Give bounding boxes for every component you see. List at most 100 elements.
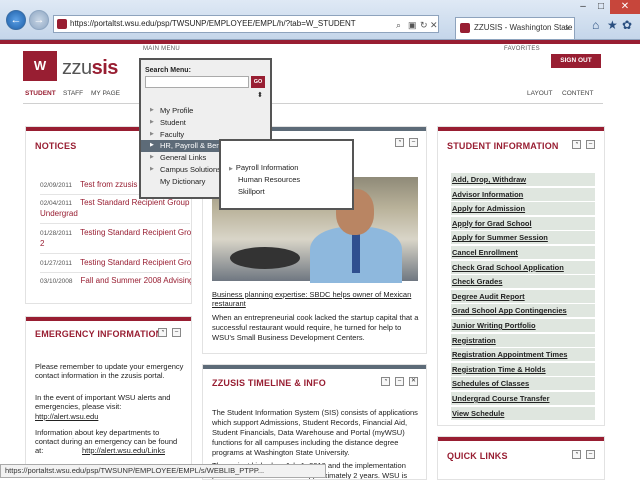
notice-item[interactable]: 02/04/2011 Test Standard Recipient Group xyxy=(40,198,191,207)
menu-search-input[interactable] xyxy=(145,76,249,88)
timeline-title: ZZUSIS TIMELINE & INFO xyxy=(212,378,326,388)
panel-minimize-icon[interactable]: – xyxy=(395,377,404,386)
notice-date: 03/10/2008 xyxy=(40,278,73,285)
menu-item-label: My Dictionary xyxy=(160,176,206,186)
home-icon[interactable]: ⌂ xyxy=(592,18,599,32)
notice-title: Undergrad xyxy=(40,209,78,218)
student-info-link[interactable]: Cancel Enrollment xyxy=(451,246,595,259)
student-info-link[interactable]: Grad School App Contingencies xyxy=(451,304,595,318)
student-info-link[interactable]: Degree Audit Report xyxy=(451,289,595,303)
window-maximize-button[interactable]: □ xyxy=(592,0,610,14)
panel-options-icon[interactable]: ◔ xyxy=(572,140,581,149)
panel-top-bar xyxy=(438,127,604,131)
student-info-link[interactable]: Undergrad Course Transfer xyxy=(451,392,595,405)
tab-my-page[interactable]: MY PAGE xyxy=(91,90,120,97)
wsu-logo[interactable]: W xyxy=(23,51,57,81)
notice-item[interactable]: 01/28/2011 Testing Standard Recipient Gro… xyxy=(40,228,192,237)
story-link[interactable]: Business planning expertise: SBDC helps … xyxy=(212,290,417,308)
student-info-link[interactable]: Junior Writing Portfolio xyxy=(451,319,595,332)
student-info-link[interactable]: Apply for Summer Session xyxy=(451,231,595,245)
content-link[interactable]: CONTENT xyxy=(562,90,593,97)
app-name: zzusis xyxy=(62,57,118,80)
student-info-link[interactable]: Registration Time & Holds xyxy=(451,362,595,376)
divider xyxy=(40,272,190,273)
notice-title: Testing Standard Recipient Group xyxy=(80,228,192,237)
forward-arrow-icon: → xyxy=(33,14,45,26)
student-info-link[interactable]: Registration xyxy=(451,333,595,347)
panel-top-bar xyxy=(438,437,604,441)
emergency-panel: EMERGENCY INFORMATION ◔ – Please remembe… xyxy=(25,316,192,466)
menu-go-button[interactable]: GO xyxy=(251,76,265,88)
notice-title: Test from zzusis xyxy=(80,180,138,189)
hr-submenu: ▶ Payroll Information Human Resources Ski… xyxy=(219,139,354,210)
menu-item-student[interactable]: ▶ Student xyxy=(141,117,270,129)
favorites-link[interactable]: FAVORITES xyxy=(504,46,540,52)
submenu-item-human-resources[interactable]: Human Resources xyxy=(238,175,300,184)
student-info-link[interactable]: Add, Drop, Withdraw xyxy=(451,173,595,186)
panel-minimize-icon[interactable]: – xyxy=(586,140,595,149)
notice-item[interactable]: 01/27/2011 Testing Standard Recipient Gro… xyxy=(40,258,191,267)
sign-out-button[interactable]: SIGN OUT xyxy=(551,54,601,68)
submenu-item-skillport[interactable]: Skillport xyxy=(238,187,265,196)
quick-links-title: QUICK LINKS xyxy=(447,451,508,461)
student-info-link[interactable]: Registration Appointment Times xyxy=(451,348,595,362)
panel-options-icon[interactable]: ◔ xyxy=(395,138,404,147)
panel-minimize-icon[interactable]: – xyxy=(586,450,595,459)
chevron-right-icon: ▶ xyxy=(150,142,154,149)
menu-item-label: Faculty xyxy=(160,129,185,139)
student-information-title: STUDENT INFORMATION xyxy=(447,141,559,151)
panel-close-icon[interactable]: ✕ xyxy=(409,377,418,386)
brand-band xyxy=(0,40,640,44)
panel-options-icon[interactable]: ◔ xyxy=(572,450,581,459)
student-info-link[interactable]: Advisor Information xyxy=(451,187,595,201)
student-info-link[interactable]: View Schedule xyxy=(451,406,595,420)
submenu-item-payroll-information[interactable]: ▶ Payroll Information xyxy=(229,163,298,172)
refresh-icon[interactable]: ↻ xyxy=(420,17,428,32)
tab-student[interactable]: STUDENT xyxy=(25,90,56,97)
panel-minimize-icon[interactable]: – xyxy=(172,328,181,337)
tab-favicon-icon xyxy=(460,23,470,33)
alert-link[interactable]: http://alert.wsu.edu xyxy=(35,412,185,421)
forward-button[interactable]: → xyxy=(29,10,49,30)
photo-person-tie xyxy=(352,233,360,273)
panel-minimize-icon[interactable]: – xyxy=(409,138,418,147)
stop-icon[interactable]: ✕ xyxy=(430,17,438,32)
notices-title: NOTICES xyxy=(35,141,77,151)
notice-item-continued[interactable]: Undergrad xyxy=(40,209,191,218)
menu-item-my-profile[interactable]: ▶ My Profile xyxy=(141,105,270,117)
lock-icon[interactable]: ▣ xyxy=(408,17,417,32)
tab-close-icon[interactable]: × xyxy=(565,18,570,38)
layout-link[interactable]: LAYOUT xyxy=(527,90,553,97)
menu-sort-icon[interactable]: ⬍ xyxy=(257,91,263,99)
settings-gear-icon[interactable]: ✿ xyxy=(622,18,632,32)
emergency-text-2: In the event of important WSU alerts and… xyxy=(35,393,171,411)
alert-links-link[interactable]: http://alert.wsu.edu/Links xyxy=(82,446,182,455)
student-info-link[interactable]: Apply for Grad School xyxy=(451,216,595,230)
submenu-item-label: Payroll Information xyxy=(235,163,299,172)
student-info-link[interactable]: Check Grad School Application xyxy=(451,260,595,274)
favorites-star-icon[interactable]: ★ xyxy=(607,18,618,32)
student-info-link[interactable]: Apply for Admission xyxy=(451,202,595,216)
notice-date: 01/27/2011 xyxy=(40,260,73,267)
site-favicon-icon xyxy=(57,19,67,29)
window-close-button[interactable]: ✕ xyxy=(610,0,640,14)
window-minimize-button[interactable]: – xyxy=(574,0,592,14)
notice-item-continued[interactable]: 2 xyxy=(40,239,191,248)
panel-options-icon[interactable]: ◔ xyxy=(158,328,167,337)
student-info-link[interactable]: Check Grades xyxy=(451,275,595,289)
main-menu-link[interactable]: MAIN MENU xyxy=(143,46,180,52)
notice-date: 01/28/2011 xyxy=(40,230,73,237)
panel-options-icon[interactable]: ◔ xyxy=(381,377,390,386)
browser-chrome: ← → https://portaltst.wsu.edu/psp/TWSUNP… xyxy=(0,0,640,40)
tab-zzusis[interactable]: ZZUSIS - Washington State ... × xyxy=(455,17,575,39)
address-bar[interactable]: https://portaltst.wsu.edu/psp/TWSUNP/EMP… xyxy=(53,15,439,33)
notice-date: 02/04/2011 xyxy=(40,200,73,207)
notice-item[interactable]: 03/10/2008 Fall and Summer 2008 Advising xyxy=(40,276,191,285)
search-icon[interactable]: ⌕ xyxy=(396,17,401,32)
submenu-item-label: Skillport xyxy=(238,187,265,196)
back-button[interactable]: ← xyxy=(6,10,26,30)
student-info-link[interactable]: Schedules of Classes xyxy=(451,377,595,391)
menu-item-label: Campus Solutions xyxy=(160,164,221,174)
divider xyxy=(40,223,190,224)
tab-staff[interactable]: STAFF xyxy=(63,90,83,97)
